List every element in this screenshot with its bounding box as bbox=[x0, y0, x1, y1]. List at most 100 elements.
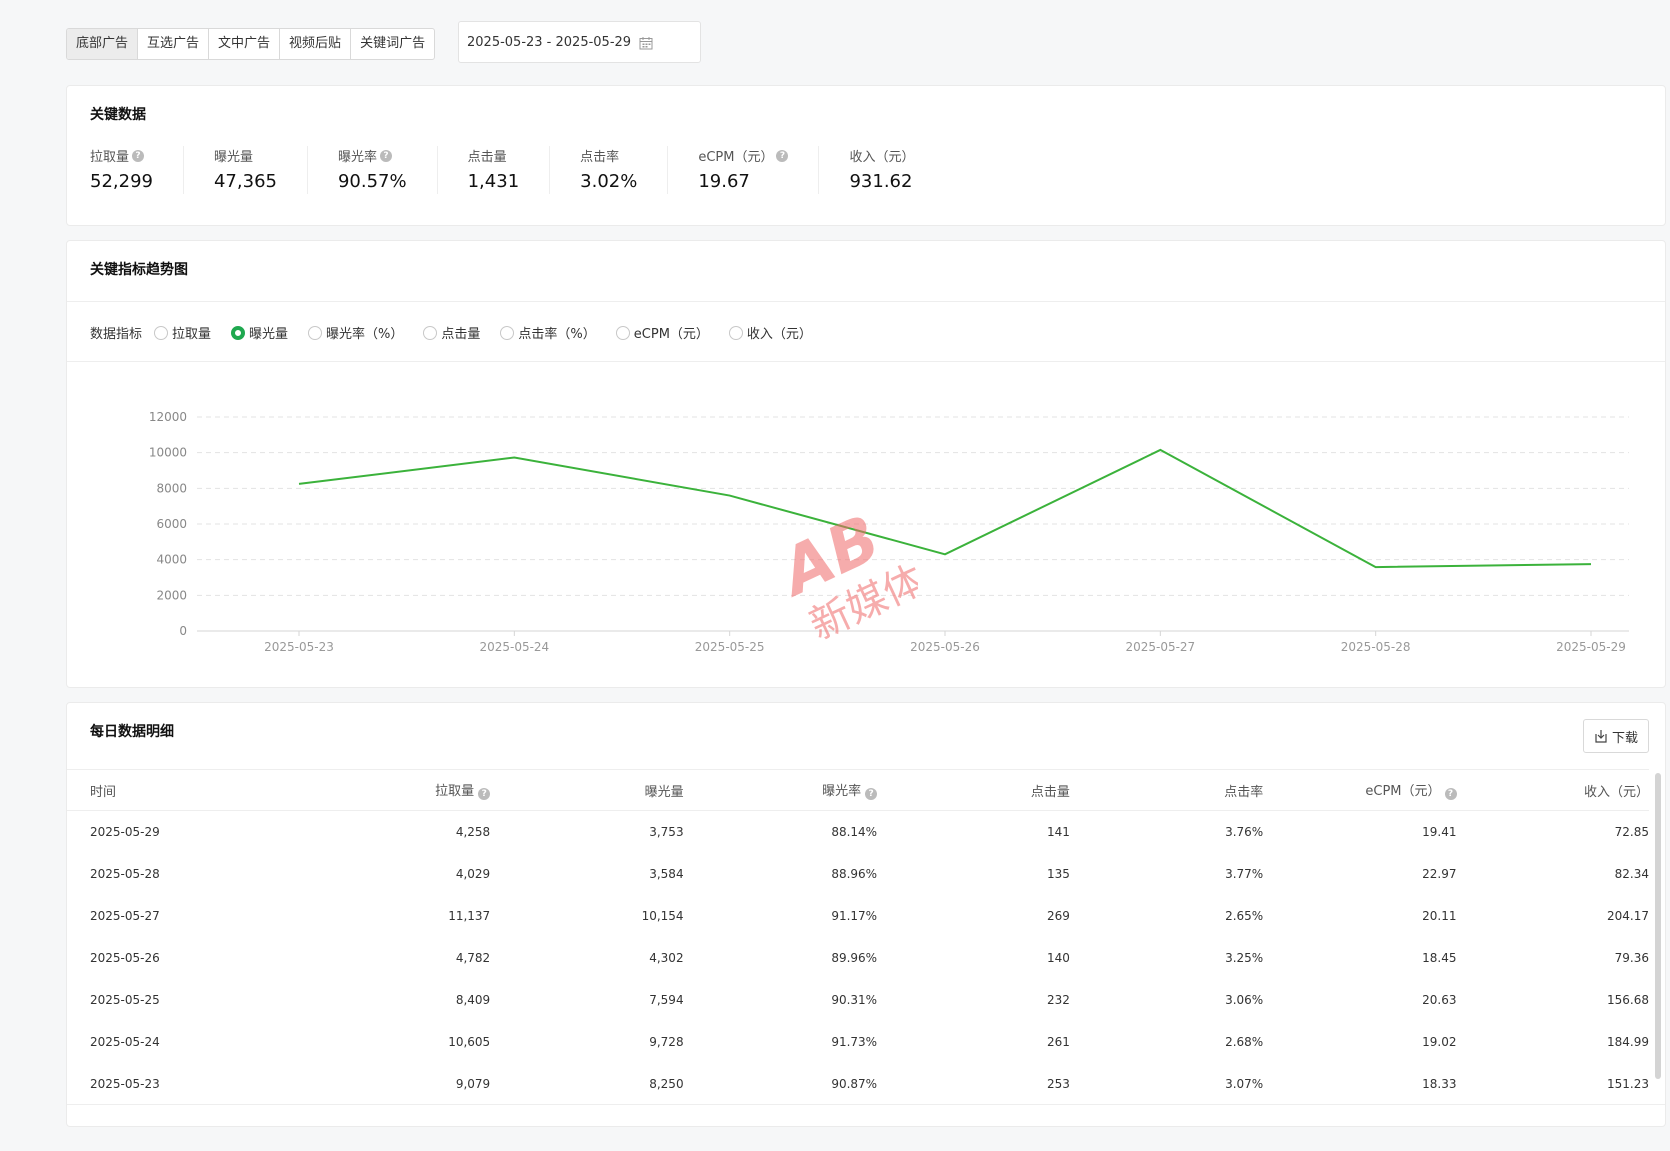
help-icon[interactable]: ? bbox=[478, 788, 491, 800]
help-icon[interactable]: ? bbox=[1444, 788, 1457, 800]
help-icon[interactable]: ? bbox=[379, 149, 392, 162]
metric-radio[interactable]: 点击率（%） bbox=[500, 323, 596, 342]
metric-label-row: 收入（元） bbox=[849, 146, 914, 165]
x-tick-label: 2025-05-26 bbox=[910, 640, 980, 654]
column-header-label: 收入（元） bbox=[1583, 784, 1649, 800]
help-icon[interactable]: ? bbox=[132, 149, 145, 162]
metric-radio[interactable]: 曝光量 bbox=[231, 323, 288, 342]
metric-item: 拉取量? 52,299 bbox=[90, 146, 184, 194]
column-header-label: eCPM（元） bbox=[1365, 784, 1441, 799]
y-tick-label: 8000 bbox=[156, 481, 187, 495]
download-button[interactable]: 下载 bbox=[1583, 719, 1649, 753]
y-tick-label: 6000 bbox=[156, 517, 187, 531]
date-range-picker[interactable]: 2025-05-23 - 2025-05-29 bbox=[458, 21, 701, 63]
metric-label: 拉取量 bbox=[90, 150, 130, 165]
metric-selector-label: 数据指标 bbox=[90, 327, 143, 342]
divider bbox=[67, 1104, 1665, 1105]
table-cell: 151.23 bbox=[1607, 1077, 1649, 1091]
table-cell: 90.87% bbox=[831, 1077, 878, 1091]
download-label: 下载 bbox=[1611, 730, 1638, 746]
table-row: 2025-05-25 8,409 7,594 90.31% 232 3.06% 20.63 1… bbox=[67, 979, 1649, 1021]
tab-2[interactable]: 文中广告 bbox=[209, 29, 281, 59]
series-line bbox=[298, 448, 1592, 569]
table-cell: 19.41 bbox=[1422, 825, 1457, 839]
daily-detail-card: 每日数据明细 下载 时间 拉取量? 曝光量 曝光率? 点击量 点击率 eCPM（元）? 收入（… bbox=[66, 702, 1666, 1127]
key-data-title: 关键数据 bbox=[90, 107, 146, 123]
tab-3[interactable]: 视频后贴 bbox=[280, 29, 352, 59]
table-cell: 3.76% bbox=[1225, 825, 1264, 839]
radio-circle bbox=[423, 325, 438, 340]
metric-item: 曝光率? 90.57% bbox=[338, 146, 438, 194]
metric-item: 曝光量 47,365 bbox=[214, 146, 308, 194]
table-cell: 4,029 bbox=[455, 867, 491, 881]
table-cell: 72.85 bbox=[1614, 825, 1649, 839]
table-cell: 232 bbox=[1047, 993, 1070, 1007]
table-cell: 135 bbox=[1047, 867, 1070, 881]
x-tick-label: 2025-05-29 bbox=[1556, 640, 1626, 654]
table-row: 2025-05-26 4,782 4,302 89.96% 140 3.25% 18.45 7… bbox=[67, 937, 1649, 979]
x-tick-label: 2025-05-24 bbox=[479, 640, 549, 654]
metric-radio[interactable]: 收入（元） bbox=[728, 323, 812, 342]
metric-radio-label: 拉取量 bbox=[172, 327, 212, 342]
table-row: 2025-05-28 4,029 3,584 88.96% 135 3.77% 22.97 8… bbox=[67, 853, 1649, 895]
radio-circle bbox=[154, 325, 169, 340]
metric-item: 点击量 1,431 bbox=[468, 146, 551, 194]
metric-radio[interactable]: eCPM（元） bbox=[615, 323, 709, 342]
table-cell: 91.17% bbox=[831, 909, 878, 923]
table-scrollbar[interactable] bbox=[1655, 773, 1661, 1079]
help-icon[interactable]: ? bbox=[865, 788, 878, 800]
column-header: 点击量 bbox=[877, 769, 1070, 811]
tab-0[interactable]: 底部广告 bbox=[67, 29, 139, 59]
table-cell: 9,079 bbox=[455, 1077, 491, 1091]
table-cell: 4,782 bbox=[455, 951, 491, 965]
metric-label-row: 曝光量 bbox=[214, 146, 277, 165]
table-cell: 22.97 bbox=[1422, 867, 1457, 881]
column-header-label: 拉取量 bbox=[435, 784, 475, 799]
table-cell: 10,154 bbox=[641, 909, 684, 923]
column-header-label: 点击率 bbox=[1224, 784, 1264, 800]
table-cell: 3.77% bbox=[1225, 867, 1264, 881]
table-cell: 3,753 bbox=[649, 825, 684, 839]
column-header: 拉取量? bbox=[262, 769, 491, 811]
x-tick-label: 2025-05-25 bbox=[695, 640, 765, 654]
table-cell: 11,137 bbox=[448, 909, 491, 923]
metric-value: 931.62 bbox=[849, 171, 913, 192]
key-data-card: 关键数据 拉取量? 52,299 曝光量 47,365 曝光率? 90.57% 点击量 1,4… bbox=[66, 85, 1666, 226]
table-cell: 3.06% bbox=[1225, 993, 1264, 1007]
table-cell: 18.33 bbox=[1422, 1077, 1457, 1091]
y-tick-label: 4000 bbox=[156, 553, 187, 567]
help-icon[interactable]: ? bbox=[776, 149, 789, 162]
table-cell: 82.34 bbox=[1614, 867, 1649, 881]
table-cell: 3,584 bbox=[649, 867, 684, 881]
table-cell: 8,250 bbox=[649, 1077, 684, 1091]
metric-value: 47,365 bbox=[213, 171, 277, 192]
table-cell: 7,594 bbox=[649, 993, 684, 1007]
table-cell: 2.68% bbox=[1225, 1035, 1264, 1049]
table-cell: 4,258 bbox=[455, 825, 491, 839]
daily-detail-title: 每日数据明细 bbox=[90, 724, 174, 740]
y-tick-label: 0 bbox=[179, 624, 187, 638]
table-row: 2025-05-23 9,079 8,250 90.87% 253 3.07% 18.33 1… bbox=[67, 1063, 1649, 1105]
table-cell: 10,605 bbox=[448, 1035, 491, 1049]
metric-item: eCPM（元）? 19.67 bbox=[698, 146, 820, 194]
column-header: 曝光率? bbox=[683, 769, 878, 811]
download-icon bbox=[1595, 730, 1607, 743]
metric-label: 点击量 bbox=[467, 150, 507, 165]
table-cell: 18.45 bbox=[1422, 951, 1457, 965]
tab-4[interactable]: 关键词广告 bbox=[351, 29, 434, 59]
table-cell: 2.65% bbox=[1225, 909, 1264, 923]
tab-1[interactable]: 互选广告 bbox=[138, 29, 210, 59]
metric-radio-label: 点击率（%） bbox=[518, 327, 596, 342]
table-cell: 2025-05-24 bbox=[90, 1035, 160, 1049]
metric-radio[interactable]: 曝光率（%） bbox=[308, 323, 403, 342]
daily-table: 时间 拉取量? 曝光量 曝光率? 点击量 点击率 eCPM（元）? 收入（元） 2025-05… bbox=[67, 769, 1649, 1105]
metric-radio[interactable]: 点击量 bbox=[423, 323, 480, 342]
metric-value: 90.57% bbox=[337, 171, 407, 192]
table-cell: 204.17 bbox=[1607, 909, 1649, 923]
metric-label: eCPM（元） bbox=[698, 150, 774, 165]
metric-radio[interactable]: 拉取量 bbox=[154, 323, 211, 342]
table-cell: 2025-05-28 bbox=[90, 867, 160, 881]
table-cell: 140 bbox=[1047, 951, 1070, 965]
metric-item: 收入（元） 931.62 bbox=[849, 146, 944, 194]
column-header: 时间 bbox=[67, 769, 263, 811]
